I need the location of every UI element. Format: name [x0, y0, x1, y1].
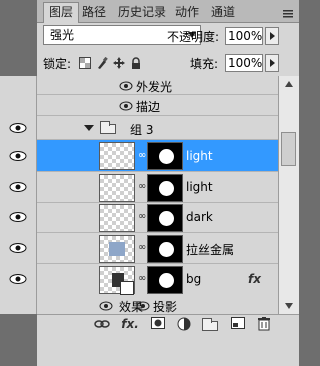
blend-mode-value: 强光	[50, 28, 75, 42]
chain-link-icon[interactable]: ∞	[138, 241, 146, 255]
layer-mask-thumbnail[interactable]	[147, 174, 183, 202]
fill-label: 填充:	[190, 57, 219, 71]
fill-arrow-button[interactable]	[265, 54, 279, 72]
link-icon[interactable]	[93, 317, 111, 333]
opacity-input[interactable]: 100%	[225, 27, 263, 45]
tab-actions[interactable]: 动作	[170, 3, 204, 21]
layer-row[interactable]: ∞ light	[37, 172, 278, 203]
expand-triangle-icon[interactable]	[84, 125, 94, 131]
folder-icon	[100, 121, 116, 134]
layer-thumbnail[interactable]	[99, 204, 135, 232]
layer-thumbnail[interactable]	[99, 142, 135, 170]
scroll-up-button[interactable]	[281, 78, 297, 90]
lock-label: 锁定:	[43, 57, 72, 71]
layers-list: 外发光 描边 组 3 ∞ light ∞ light ∞ dark ∞ 拉丝金属…	[37, 76, 278, 314]
layer-row[interactable]: ∞ dark	[37, 203, 278, 233]
chain-link-icon[interactable]: ∞	[138, 272, 146, 286]
layer-name: dark	[186, 210, 213, 224]
layers-bottom-bar: fx.	[37, 314, 299, 366]
eye-icon[interactable]	[136, 300, 150, 311]
layer-name: light	[186, 149, 213, 163]
trash-icon[interactable]	[255, 317, 273, 333]
tab-layers[interactable]: 图层	[43, 2, 80, 23]
layer-row[interactable]: ∞ bg fx	[37, 264, 278, 295]
lock-all-icon[interactable]	[129, 57, 143, 71]
eye-icon[interactable]	[119, 80, 133, 91]
tab-history[interactable]: 历史记录	[113, 3, 171, 21]
lock-toolbar: 锁定: 填充: 100%	[37, 50, 299, 76]
layer-thumbnail[interactable]	[99, 266, 135, 295]
group-label: 组 3	[130, 123, 154, 137]
fill-input[interactable]: 100%	[225, 54, 263, 72]
layer-row[interactable]: ∞ light	[37, 140, 278, 172]
effect-label: 外发光	[136, 80, 173, 94]
layer-mask-thumbnail[interactable]	[147, 266, 183, 294]
eye-icon[interactable]	[9, 274, 27, 284]
layer-mask-thumbnail[interactable]	[147, 235, 183, 263]
chain-link-icon[interactable]: ∞	[138, 210, 146, 224]
blend-toolbar: 强光 不透明度: 100%	[37, 23, 299, 49]
new-layer-icon[interactable]	[229, 317, 247, 333]
chain-link-icon[interactable]: ∞	[138, 180, 146, 194]
scroll-thumb[interactable]	[281, 132, 296, 166]
layer-row[interactable]: ∞ 拉丝金属	[37, 233, 278, 264]
lock-move-icon[interactable]	[112, 57, 126, 71]
opacity-label: 不透明度:	[167, 30, 220, 44]
effect-row-outer-glow[interactable]: 外发光	[37, 76, 278, 95]
fill-value: 100%	[228, 56, 263, 70]
smart-object-badge-icon	[120, 281, 134, 295]
opacity-arrow-button[interactable]	[265, 27, 279, 45]
effect-label: 描边	[136, 100, 161, 114]
fx-icon[interactable]: fx	[248, 272, 261, 286]
layer-name: light	[186, 180, 213, 194]
layer-thumbnail[interactable]	[99, 235, 135, 263]
eye-icon[interactable]	[9, 182, 27, 192]
eye-icon[interactable]	[9, 243, 27, 253]
scroll-down-button[interactable]	[281, 300, 297, 312]
eye-icon[interactable]	[9, 212, 27, 222]
eye-icon[interactable]	[9, 151, 27, 161]
panel-menu-icon[interactable]	[283, 7, 293, 18]
lock-brush-icon[interactable]	[95, 56, 109, 71]
layer-name: bg	[186, 272, 202, 286]
adjustment-icon[interactable]	[175, 317, 193, 333]
fx-icon[interactable]: fx.	[121, 316, 139, 332]
layer-mask-thumbnail[interactable]	[147, 204, 183, 232]
tab-channels[interactable]: 通道	[206, 3, 240, 21]
lock-transparent-icon[interactable]	[78, 57, 92, 71]
panel-tabs: 图层 路径 历史记录 动作 通道	[37, 0, 299, 23]
group-row[interactable]: 组 3	[37, 116, 278, 140]
chain-link-icon[interactable]: ∞	[138, 149, 146, 163]
mask-icon[interactable]	[149, 317, 167, 333]
folder-icon	[202, 318, 218, 331]
layer-mask-thumbnail[interactable]	[147, 142, 183, 170]
group-folder-icon[interactable]	[201, 317, 219, 333]
layer-name: 拉丝金属	[186, 243, 235, 257]
eye-icon[interactable]	[119, 100, 133, 111]
opacity-value: 100%	[228, 29, 263, 43]
effect-row-stroke[interactable]: 描边	[37, 95, 278, 116]
metal-swatch	[109, 242, 125, 256]
eye-icon[interactable]	[9, 123, 27, 133]
layers-scrollbar[interactable]	[278, 76, 299, 314]
tab-paths[interactable]: 路径	[77, 3, 111, 21]
layer-thumbnail[interactable]	[99, 174, 135, 202]
